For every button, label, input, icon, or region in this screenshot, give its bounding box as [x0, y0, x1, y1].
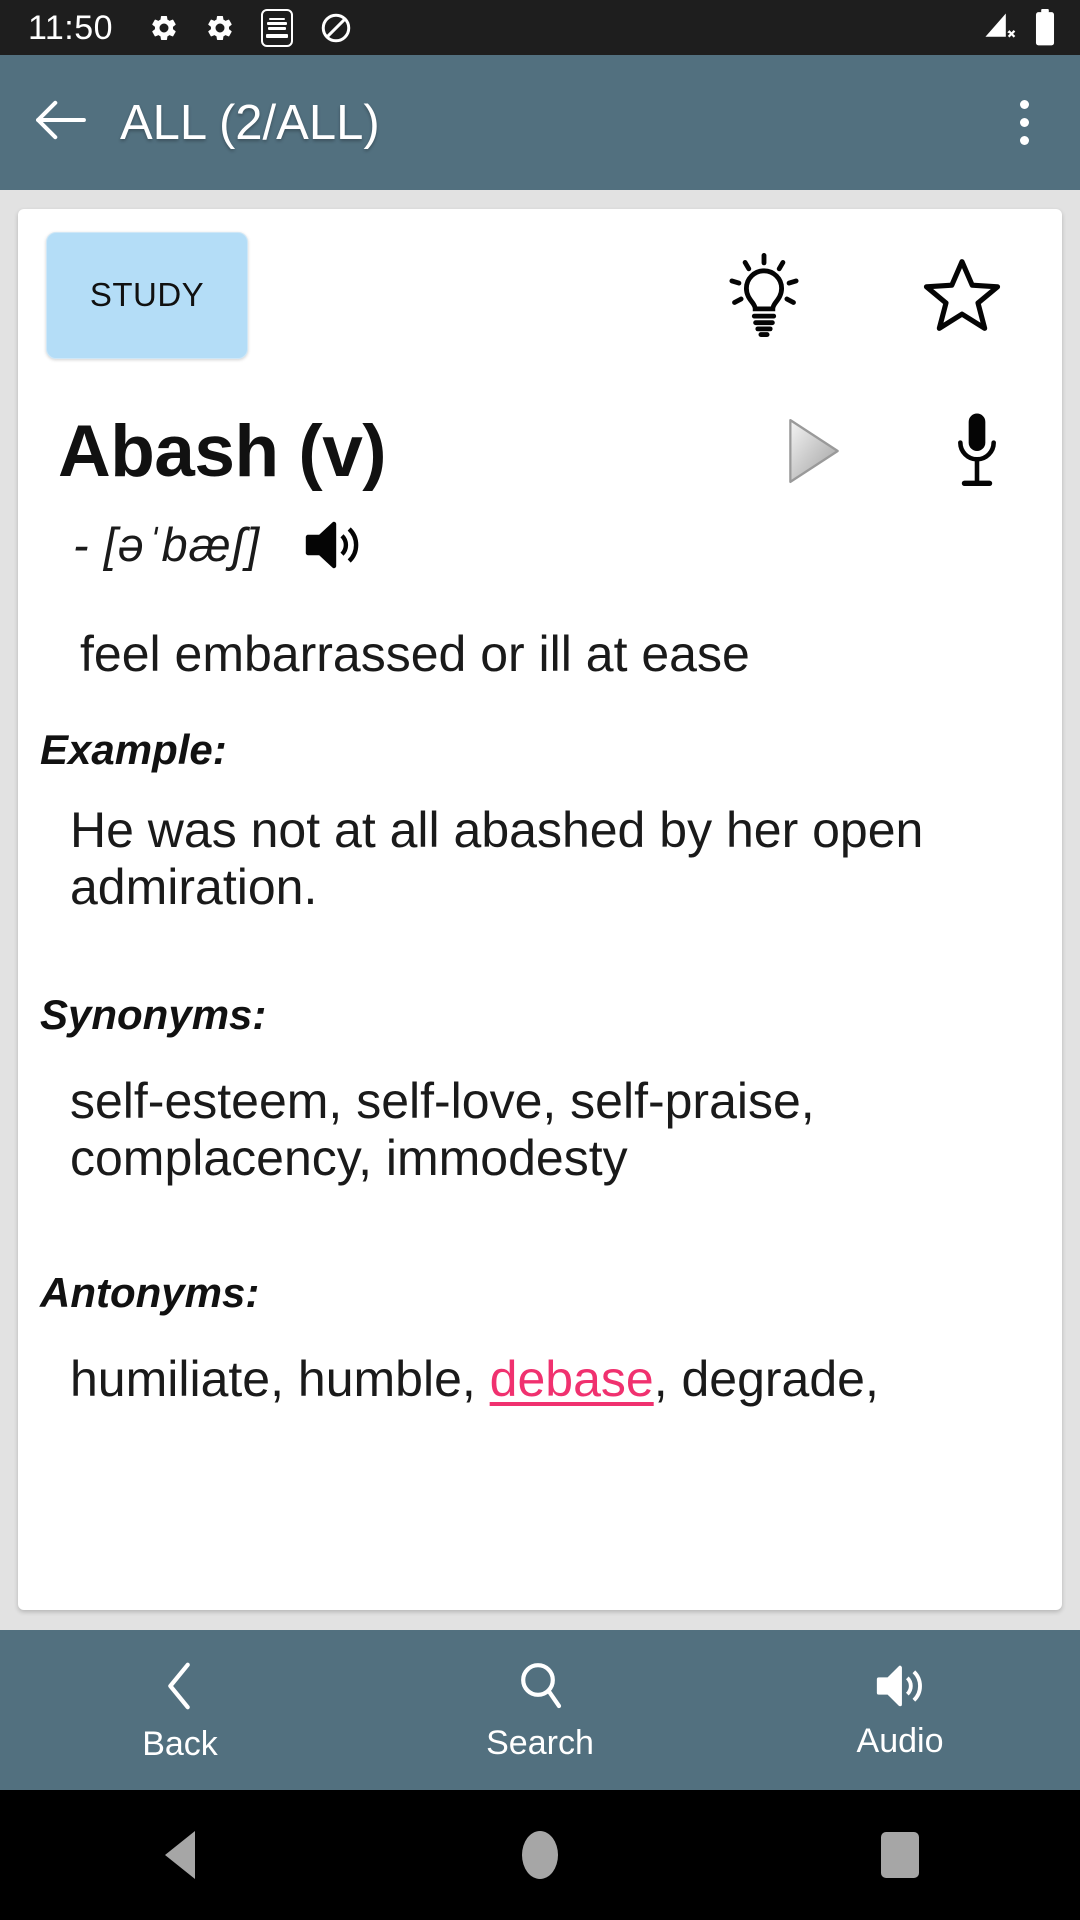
example-text: He was not at all abashed by her open ad…	[70, 802, 924, 915]
phonetic-transcription: - [əˈbæʃ]	[73, 518, 261, 571]
app-icon-english-phrasal-verbs	[261, 8, 294, 47]
back-arrow-icon[interactable]	[34, 99, 88, 146]
word-actions	[784, 409, 1002, 493]
antonyms-text-after: , degrade,	[653, 1351, 879, 1407]
word-row: Abash (v)	[18, 355, 1062, 493]
app-bar: ALL (2/ALL)	[0, 55, 1080, 190]
status-bar-clock: 11:50	[28, 8, 114, 47]
study-button[interactable]: STUDY	[46, 231, 248, 359]
antonym-link-debase[interactable]: debase	[490, 1351, 654, 1407]
bottom-nav-audio[interactable]: Audio	[720, 1662, 1080, 1758]
word-title: Abash (v)	[58, 410, 387, 492]
system-recents-icon	[881, 1832, 919, 1878]
bottom-nav-search-label: Search	[486, 1724, 594, 1762]
star-outline-icon[interactable]	[922, 256, 1002, 334]
status-bar-system-icons	[982, 8, 1058, 47]
bottom-nav-audio-label: Audio	[856, 1722, 944, 1760]
bottom-nav-back[interactable]: Back	[0, 1659, 360, 1761]
antonyms-text: humiliate, humble, debase, degrade,	[18, 1317, 1062, 1408]
battery-full-icon	[1032, 8, 1058, 47]
speaker-icon[interactable]	[260, 519, 362, 571]
system-home-button[interactable]	[360, 1831, 720, 1879]
speaker-icon	[873, 1662, 927, 1710]
system-home-icon	[522, 1831, 558, 1879]
signal-no-sim-icon	[982, 12, 1018, 44]
synonyms-text: self-esteem, self-love, self-praise, com…	[70, 1073, 815, 1186]
definition-text: feel embarrassed or ill at ease	[80, 626, 750, 682]
system-back-icon	[165, 1831, 195, 1879]
bottom-nav-back-label: Back	[142, 1725, 218, 1763]
status-bar-notification-icons	[149, 8, 353, 47]
system-navigation-bar	[0, 1790, 1080, 1920]
status-bar: 11:50	[0, 0, 1080, 55]
search-icon	[516, 1660, 564, 1712]
bottom-navigation-bar: Back Search Audio	[0, 1630, 1080, 1790]
content-area: STUDY Abash (v) - [əˈbæʃ] feel embarrass…	[0, 190, 1080, 1610]
gear-icon	[205, 13, 235, 43]
chevron-left-icon	[160, 1659, 200, 1713]
page-title: ALL (2/ALL)	[120, 95, 380, 150]
antonyms-text-before: humiliate, humble,	[70, 1351, 490, 1407]
do-not-disturb-icon	[319, 11, 353, 45]
word-card: STUDY Abash (v) - [əˈbæʃ] feel embarrass…	[18, 209, 1062, 1610]
system-back-button[interactable]	[0, 1831, 360, 1879]
microphone-icon[interactable]	[952, 409, 1002, 493]
phone-screen: 11:50 ALL (2/ALL) STUDY Abash (v) - [əˈb…	[0, 0, 1080, 1920]
overflow-menu-icon[interactable]	[998, 94, 1050, 152]
bottom-nav-search[interactable]: Search	[360, 1660, 720, 1760]
card-actions	[726, 251, 1002, 339]
example-label: Example:	[40, 726, 227, 773]
lightbulb-icon[interactable]	[726, 251, 802, 339]
system-recents-button[interactable]	[720, 1832, 1080, 1878]
play-icon[interactable]	[784, 416, 842, 486]
gear-icon	[149, 13, 179, 43]
study-button-label: STUDY	[89, 276, 205, 313]
synonyms-label: Synonyms:	[40, 991, 267, 1038]
phonetic-row: - [əˈbæʃ]	[18, 493, 1062, 572]
card-top-row: STUDY	[18, 231, 1062, 359]
antonyms-label: Antonyms:	[40, 1269, 260, 1316]
